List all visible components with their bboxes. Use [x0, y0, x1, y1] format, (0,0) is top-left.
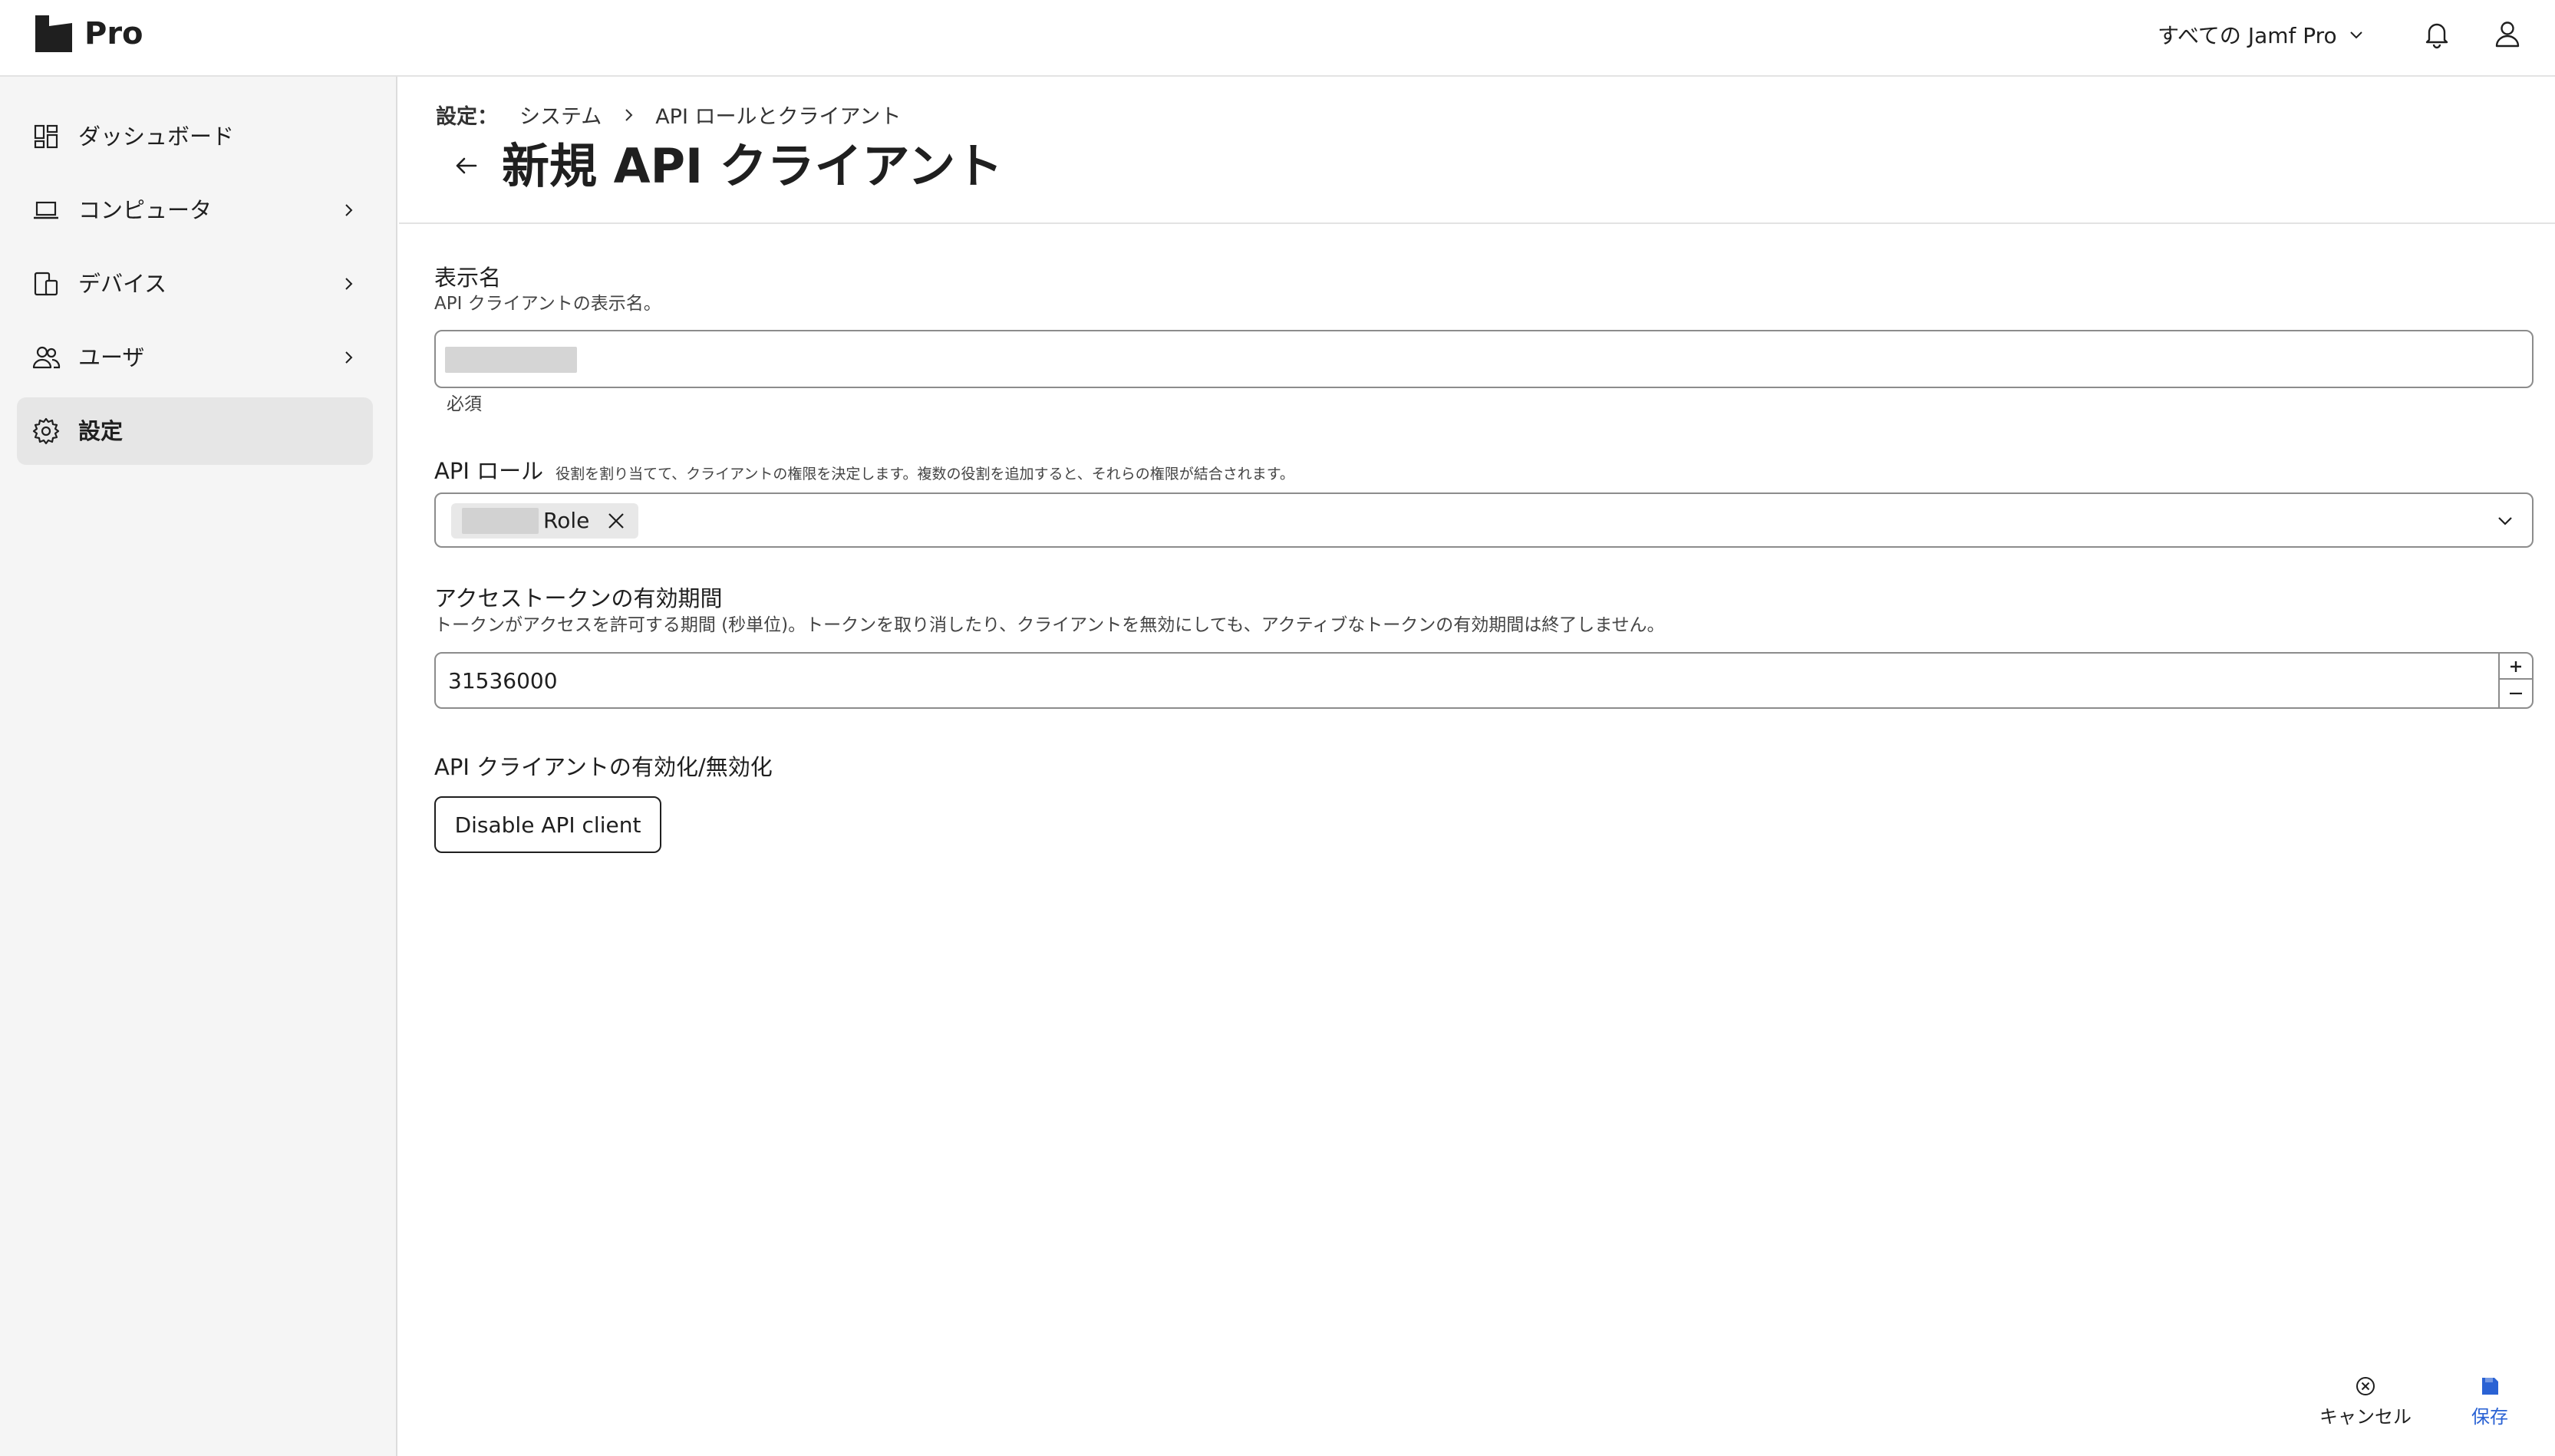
remove-role-button[interactable] — [605, 509, 628, 532]
token-lifetime-description: トークンがアクセスを許可する期間 (秒単位)。トークンを取り消したり、クライアン… — [434, 615, 1665, 635]
api-roles-label-text: API ロール — [434, 458, 544, 484]
cancel-circle-icon — [2356, 1377, 2375, 1395]
chevron-right-icon — [618, 105, 638, 125]
api-roles-label: API ロール 役割を割り当てて、クライアントの権限を決定します。複数の役割を追加… — [434, 457, 1294, 488]
sidebar-item-label: ユーザ — [78, 344, 145, 371]
token-lifetime-label: アクセストークンの有効期間 — [434, 585, 723, 611]
jamf-logo-icon — [35, 15, 72, 52]
chevron-down-icon — [2349, 31, 2362, 39]
sidebar-item-devices[interactable]: デバイス — [17, 250, 373, 318]
bell-icon — [2425, 23, 2448, 49]
sidebar-item-dashboard[interactable]: ダッシュボード — [17, 103, 373, 170]
breadcrumb-link-system[interactable]: システム — [519, 100, 602, 130]
redacted-role-name — [462, 508, 539, 534]
sidebar: ダッシュボード コンピュータ デバイス ユーザ 設定 — [0, 77, 397, 1456]
notifications-button[interactable] — [2420, 17, 2454, 51]
save-button[interactable]: 保存 — [2432, 1373, 2547, 1435]
dashboard-icon — [31, 121, 61, 152]
page-header: 設定： システム API ロールとクライアント 新規 API クライアント — [399, 77, 2555, 224]
chevron-right-icon — [338, 347, 359, 368]
cancel-label: キャンセル — [2319, 1406, 2412, 1428]
breadcrumb: 設定： システム API ロールとクライアント — [436, 100, 901, 130]
chevron-down-icon — [2498, 517, 2512, 525]
users-icon — [31, 342, 61, 373]
increment-button[interactable] — [2500, 654, 2532, 680]
token-lifetime-input[interactable] — [436, 654, 2492, 707]
decrement-button[interactable] — [2500, 680, 2532, 707]
arrow-left-icon — [456, 157, 477, 174]
cancel-button[interactable]: キャンセル — [2308, 1373, 2423, 1435]
display-name-label: 表示名 — [434, 265, 502, 291]
jamf-logo[interactable]: Pro — [34, 14, 143, 54]
sidebar-item-computers[interactable]: コンピュータ — [17, 176, 373, 244]
minus-icon — [2510, 692, 2522, 695]
disable-api-client-button[interactable]: Disable API client — [434, 796, 661, 853]
display-name-description: API クライアントの表示名。 — [434, 294, 661, 314]
redacted-value — [445, 347, 577, 373]
chevron-right-icon — [338, 273, 359, 295]
sidebar-item-label: 設定 — [78, 418, 124, 444]
scope-selector[interactable]: すべての Jamf Pro — [2158, 17, 2366, 52]
role-chip-label: Role — [543, 508, 590, 533]
user-account-button[interactable] — [2491, 17, 2524, 51]
token-lifetime-field — [434, 652, 2534, 709]
display-name-helper: 必須 — [447, 394, 482, 414]
logo-text: Pro — [84, 16, 143, 51]
top-bar: Pro すべての Jamf Pro — [0, 0, 2555, 77]
scope-label: すべての Jamf Pro — [2158, 23, 2337, 48]
laptop-icon — [31, 195, 61, 226]
breadcrumb-root: 設定： — [436, 105, 498, 129]
sidebar-item-label: ダッシュボード — [78, 124, 235, 150]
breadcrumb-link-api-roles-clients[interactable]: API ロールとクライアント — [655, 100, 901, 130]
page-title: 新規 API クライアント — [502, 138, 1004, 194]
sidebar-item-users[interactable]: ユーザ — [17, 324, 373, 391]
save-label: 保存 — [2471, 1406, 2508, 1428]
sidebar-item-label: デバイス — [78, 271, 167, 297]
dropdown-toggle[interactable] — [2494, 509, 2517, 532]
user-icon — [2495, 21, 2520, 48]
back-button[interactable] — [450, 149, 483, 183]
sidebar-item-label: コンピュータ — [78, 197, 213, 223]
sidebar-item-settings[interactable]: 設定 — [17, 397, 373, 465]
chevron-right-icon — [338, 199, 359, 221]
devices-icon — [31, 268, 61, 299]
api-roles-select[interactable]: Role — [434, 492, 2534, 548]
gear-icon — [31, 416, 61, 446]
api-roles-description: 役割を割り当てて、クライアントの権限を決定します。複数の役割を追加すると、それら… — [556, 466, 1294, 483]
save-icon — [2482, 1378, 2498, 1395]
display-name-input[interactable] — [434, 330, 2534, 388]
role-chip: Role — [451, 503, 638, 539]
plus-icon — [2510, 661, 2521, 672]
quantity-stepper — [2498, 654, 2532, 707]
close-icon — [608, 513, 624, 529]
enable-disable-label: API クライアントの有効化/無効化 — [434, 754, 773, 780]
